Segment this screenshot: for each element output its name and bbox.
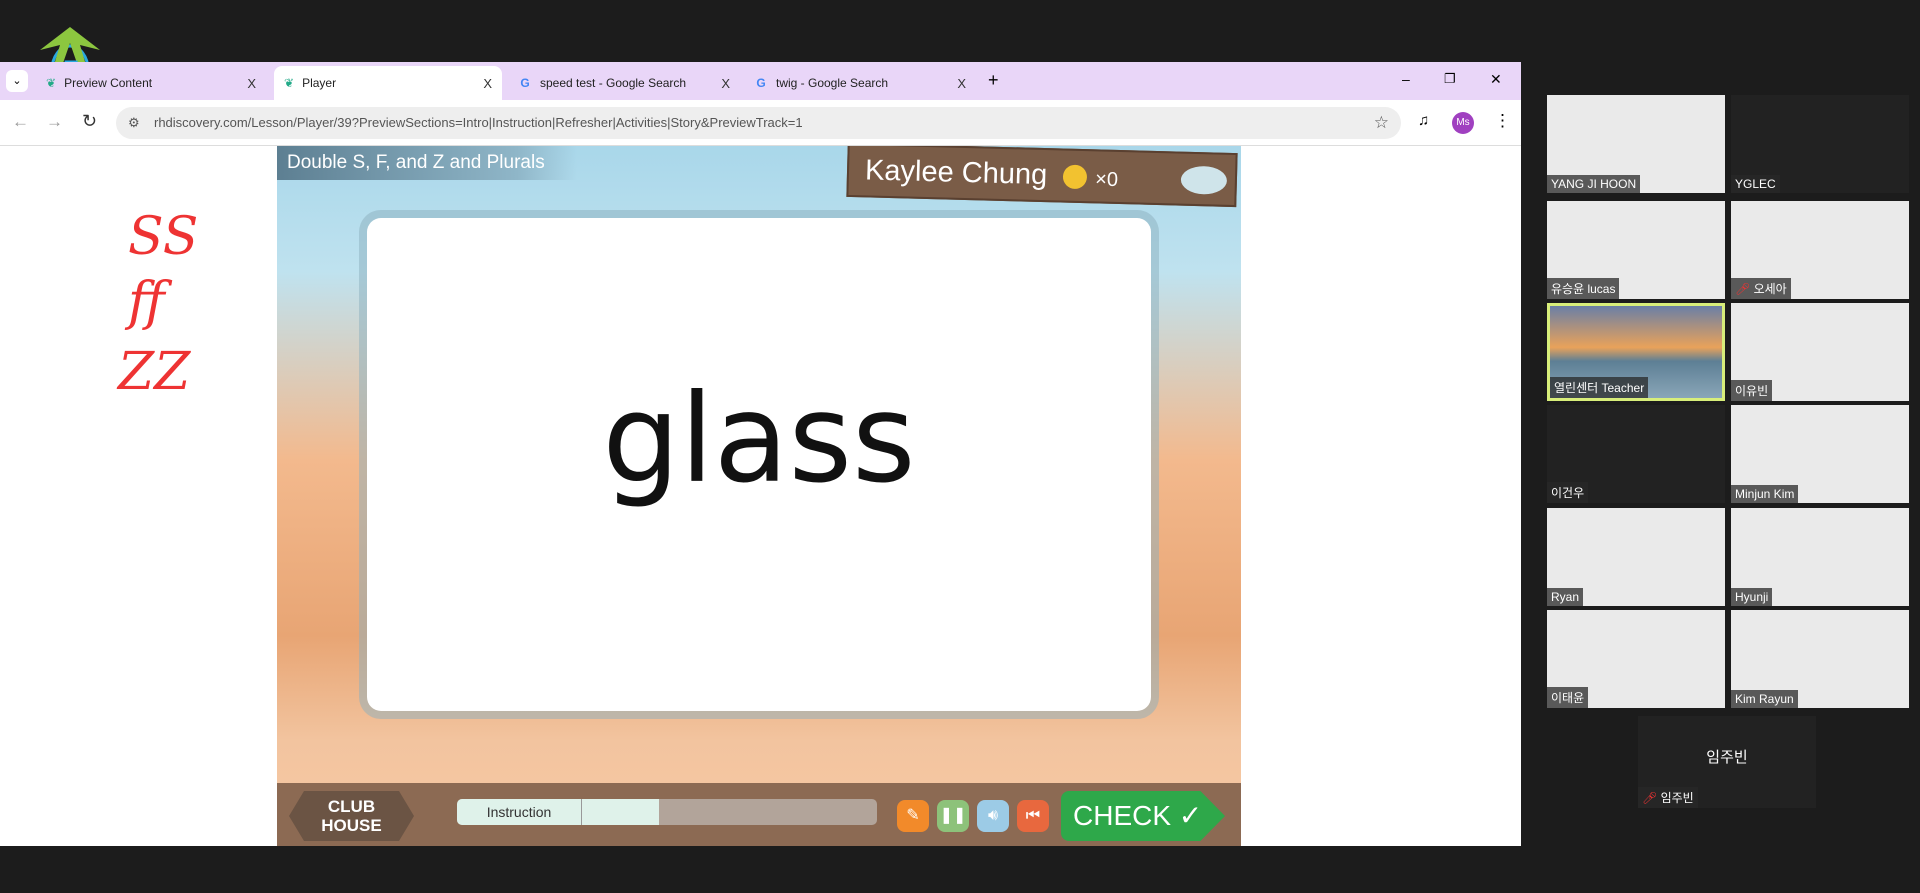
participant-tile[interactable]: 이태윤 xyxy=(1547,610,1725,708)
new-tab-button[interactable]: + xyxy=(988,70,999,91)
participant-tile[interactable]: 임주빈 🎤︎ 임주빈 xyxy=(1638,716,1816,808)
url-text: rhdiscovery.com/Lesson/Player/39?Preview… xyxy=(154,115,803,130)
audio-button[interactable]: 🔊︎ xyxy=(977,800,1009,832)
club-house-button[interactable]: CLUB HOUSE xyxy=(289,791,414,841)
profile-avatar[interactable]: Ms xyxy=(1452,112,1474,134)
participant-name: Hyunji xyxy=(1731,588,1773,606)
coin-icon xyxy=(1062,164,1088,190)
google-icon: G xyxy=(520,76,530,90)
participant-name: 이유빈 xyxy=(1731,380,1773,401)
coin-count: ×0 xyxy=(1094,168,1119,191)
participant-tile[interactable]: Kim Rayun xyxy=(1731,610,1909,708)
back-icon[interactable]: ← xyxy=(12,112,29,132)
restart-button[interactable]: ⏮︎ xyxy=(1017,800,1049,832)
participant-tile[interactable]: YGLEC xyxy=(1731,95,1909,193)
word-text: glass xyxy=(602,368,916,510)
close-window-button[interactable]: ✕ xyxy=(1490,71,1502,88)
pause-button[interactable]: ❚❚ xyxy=(937,800,969,832)
progress-label: Instruction xyxy=(457,799,582,825)
annotation-zz: ZZ xyxy=(118,342,191,402)
participant-name: YANG JI HOON xyxy=(1547,175,1641,193)
tab-label: Preview Content xyxy=(64,76,153,90)
player-controls-bar: CLUB HOUSE Instruction ✎ ❚❚ 🔊︎ ⏮︎ CHECK … xyxy=(277,783,1241,846)
tab-favicon-icon: ❦ xyxy=(46,76,57,90)
progress-bar: Instruction xyxy=(457,799,877,825)
media-control-icon[interactable]: ♫ xyxy=(1418,112,1429,129)
participant-name: 유승윤 lucas xyxy=(1547,278,1620,299)
tab-bar: ⌄ ❦ Preview Content X ❦ Player X Gspeed test… xyxy=(0,62,1521,100)
participant-name: 열린센터 Teacher xyxy=(1550,377,1649,398)
clubhouse-badge-icon[interactable] xyxy=(1180,165,1228,195)
muted-mic-icon: 🎤︎ xyxy=(1735,282,1754,296)
close-tab-icon[interactable]: X xyxy=(247,76,256,91)
participant-tile[interactable]: Hyunji xyxy=(1731,508,1909,606)
participant-center-name: 임주빈 xyxy=(1706,749,1748,766)
forward-icon[interactable]: → xyxy=(46,112,63,132)
participant-name: Minjun Kim xyxy=(1731,485,1799,503)
participant-tile[interactable]: 이유빈 xyxy=(1731,303,1909,401)
tab-preview-content[interactable]: ❦ Preview Content X xyxy=(36,66,266,100)
close-tab-icon[interactable]: X xyxy=(957,76,966,91)
site-settings-icon[interactable]: ⚙ xyxy=(128,107,140,139)
participant-name: 이건우 xyxy=(1547,482,1589,503)
muted-mic-icon: 🎤︎ xyxy=(1642,791,1661,805)
tab-twig[interactable]: Gtwig - Google Search X xyxy=(744,66,976,100)
close-tab-icon[interactable]: X xyxy=(483,76,492,91)
minimize-button[interactable]: – xyxy=(1402,71,1410,87)
participant-name: 🎤︎ 임주빈 xyxy=(1638,787,1698,808)
tab-label: speed test - Google Search xyxy=(540,76,687,90)
annotation-ff: ff xyxy=(128,272,165,332)
participant-tile[interactable]: Ryan xyxy=(1547,508,1725,606)
participant-name: 이태윤 xyxy=(1547,687,1589,708)
tab-search-button[interactable]: ⌄ xyxy=(6,70,28,92)
hint-button[interactable]: ✎ xyxy=(897,800,929,832)
club-house-label: CLUB HOUSE xyxy=(321,797,382,835)
annotation-ss: SS xyxy=(128,207,199,267)
student-name: Kaylee Chung xyxy=(864,154,1048,192)
address-row: ← → ↻ ⚙ rhdiscovery.com/Lesson/Player/39?… xyxy=(0,100,1521,146)
participant-tile[interactable]: Minjun Kim xyxy=(1731,405,1909,503)
tab-player[interactable]: ❦ Player X xyxy=(274,66,502,100)
tab-favicon-icon: ❦ xyxy=(284,76,295,90)
participant-tile[interactable]: 열린센터 Teacher xyxy=(1547,303,1725,401)
menu-icon[interactable]: ⋮ xyxy=(1494,111,1511,131)
participant-name: Ryan xyxy=(1547,588,1584,606)
browser-window: ⌄ ❦ Preview Content X ❦ Player X Gspeed test… xyxy=(0,62,1521,846)
tab-label: Player xyxy=(302,76,337,90)
participant-tile[interactable]: YANG JI HOON xyxy=(1547,95,1725,193)
reload-icon[interactable]: ↻ xyxy=(82,111,97,132)
participant-tile[interactable]: 이건우 xyxy=(1547,405,1725,503)
url-input[interactable]: ⚙ rhdiscovery.com/Lesson/Player/39?Previe… xyxy=(116,107,1401,139)
tab-speed-test[interactable]: Gspeed test - Google Search X xyxy=(508,66,740,100)
tab-label: twig - Google Search xyxy=(776,76,889,90)
lesson-title: Double S, F, and Z and Plurals xyxy=(277,146,577,180)
participant-tile[interactable]: 🎤︎ 오세아 xyxy=(1731,201,1909,299)
participant-tile[interactable]: 유승윤 lucas xyxy=(1547,201,1725,299)
google-icon: G xyxy=(756,76,766,90)
participant-name: Kim Rayun xyxy=(1731,690,1798,708)
participant-name: YGLEC xyxy=(1731,175,1780,193)
check-button[interactable]: CHECK ✓ xyxy=(1061,791,1225,841)
close-tab-icon[interactable]: X xyxy=(721,76,730,91)
student-name-sign: Kaylee Chung ×0 xyxy=(846,146,1238,208)
restore-button[interactable]: ❐ xyxy=(1444,71,1456,87)
participant-name: 🎤︎ 오세아 xyxy=(1731,278,1791,299)
lesson-player: Double S, F, and Z and Plurals Kaylee Ch… xyxy=(277,146,1241,846)
bookmark-star-icon[interactable]: ☆ xyxy=(1374,107,1389,139)
word-card: glass xyxy=(367,218,1151,711)
